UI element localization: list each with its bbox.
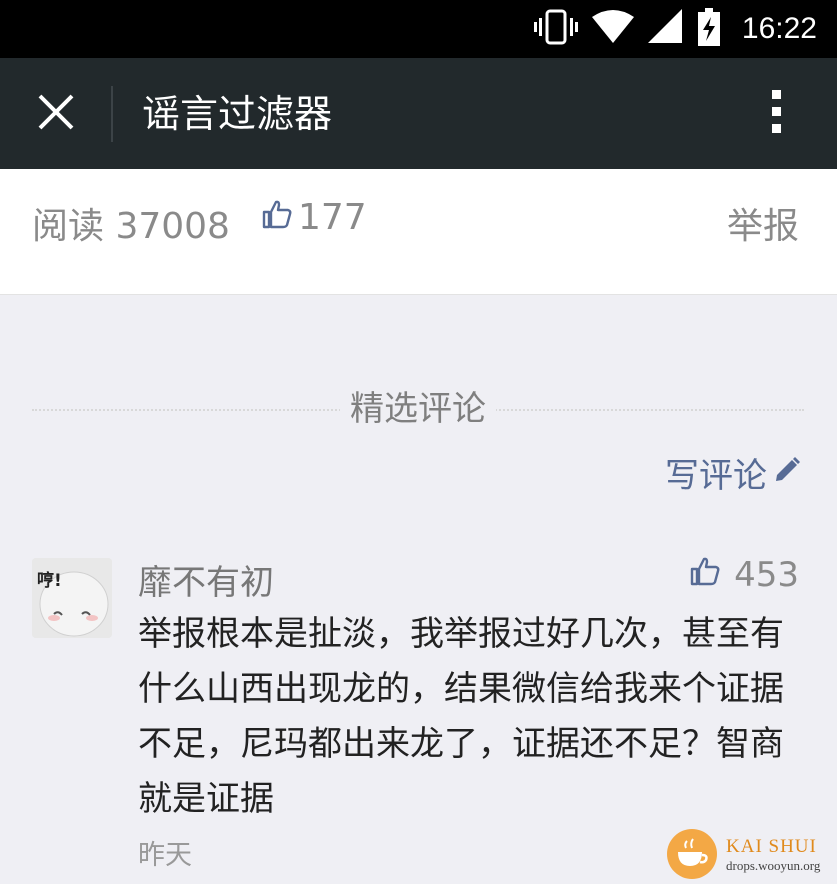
page-title: 谣言过滤器: [142, 92, 333, 136]
pencil-icon: [773, 453, 801, 493]
section-title-text: 精选评论: [340, 389, 496, 429]
thumbs-up-icon: [262, 197, 292, 238]
comment-text: 举报根本是扯淡，我举报过好几次，甚至有什么山西出现龙的，结果微信给我来个证据不足…: [138, 614, 784, 819]
thumbs-up-icon: [690, 555, 720, 595]
read-count: 阅读 37008: [32, 206, 230, 247]
close-button[interactable]: [26, 88, 86, 140]
comment-author[interactable]: 靡不有初: [138, 555, 274, 604]
avatar[interactable]: 哼!: [32, 558, 112, 638]
close-icon: [37, 93, 75, 135]
more-menu-button[interactable]: [757, 88, 797, 140]
vibrate-icon: [533, 8, 578, 50]
article-meta-panel: 阅读 37008 177 举报: [0, 169, 837, 295]
article-like-count: 177: [298, 197, 367, 238]
write-comment-label: 写评论: [665, 456, 767, 496]
status-bar: 16:22: [0, 0, 837, 58]
comment-like-count: 453: [734, 555, 799, 595]
section-title: 精选评论: [32, 386, 804, 432]
report-link[interactable]: 举报: [727, 197, 799, 249]
watermark-title: KAI SHUI: [726, 836, 817, 857]
featured-comments-header: 精选评论: [32, 386, 804, 432]
wifi-icon: [591, 9, 634, 49]
app-bar-divider: [111, 86, 113, 142]
article-like-button[interactable]: 177: [262, 197, 367, 238]
status-time: 16:22: [741, 12, 817, 45]
watermark-subtitle: drops.wooyun.org: [726, 858, 821, 873]
more-vertical-icon: [771, 88, 783, 140]
app-bar: 谣言过滤器: [0, 58, 837, 169]
watermark: KAI SHUI drops.wooyun.org: [666, 828, 837, 880]
signal-icon: [647, 9, 684, 49]
comment-like-button[interactable]: 453: [690, 555, 799, 595]
write-comment-button[interactable]: 写评论: [665, 448, 801, 497]
comment-time: 昨天: [138, 840, 192, 871]
coffee-cup-logo-icon: [666, 828, 718, 880]
avatar-text: 哼!: [37, 571, 62, 591]
battery-charging-icon: [697, 8, 720, 50]
